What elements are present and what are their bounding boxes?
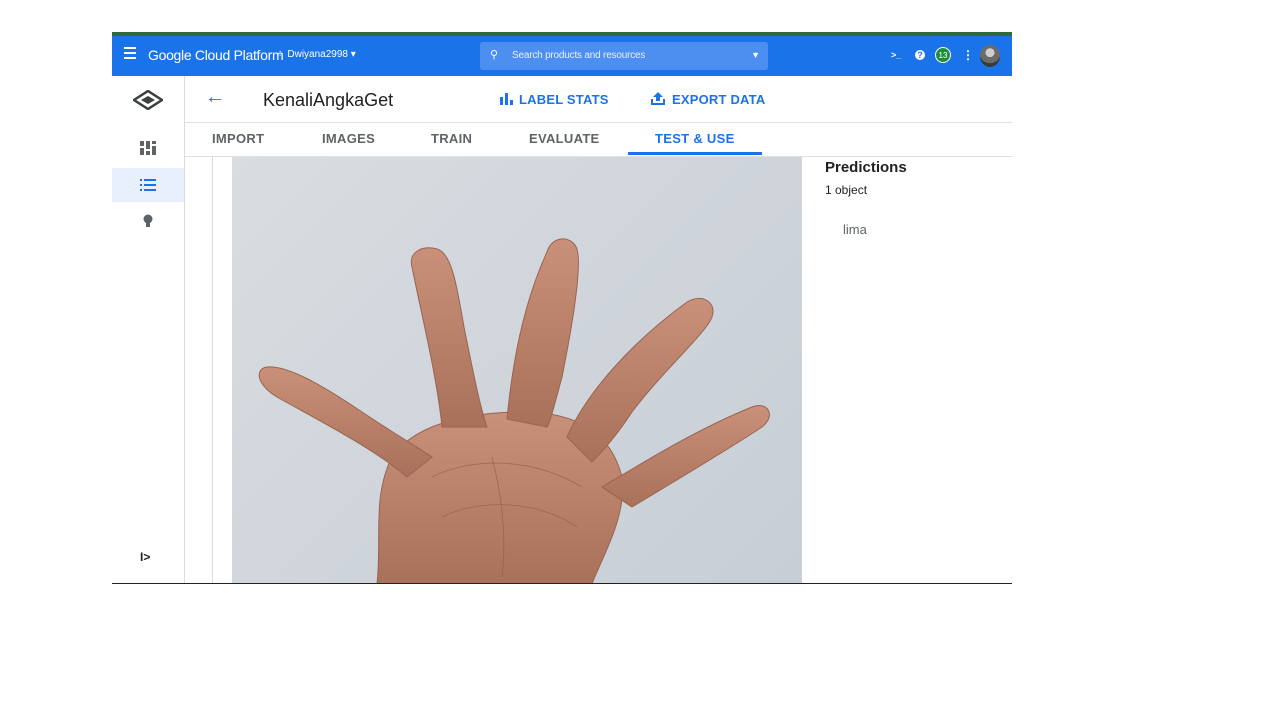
main-content: Predictions 1 object lima — [185, 157, 1012, 584]
predictions-count: 1 object — [825, 183, 868, 197]
tab-train[interactable]: TRAIN — [431, 131, 472, 146]
tab-evaluate[interactable]: EVALUATE — [529, 131, 600, 146]
tab-test-and-use[interactable]: TEST & USE — [655, 131, 735, 146]
notifications-badge[interactable]: 13 — [935, 47, 951, 63]
sidebar-item-models[interactable] — [112, 204, 184, 238]
chevron-down-icon: ▾ — [348, 49, 356, 60]
frame-bottom-border — [112, 583, 1012, 584]
dashboard-icon — [140, 141, 156, 155]
search-input[interactable]: Search products and resources — [512, 50, 645, 61]
back-arrow-icon[interactable]: ← — [205, 86, 225, 109]
tab-import[interactable]: IMPORT — [212, 131, 264, 146]
top-bar: Google Cloud Platform ⁘ Dwiyana2998 ▾ ⚲ S… — [112, 36, 1012, 76]
open-hand-photo — [258, 238, 770, 584]
active-tab-indicator — [628, 152, 762, 155]
page-title: KenaliAngkaGet — [263, 90, 394, 110]
help-icon[interactable]: ? — [915, 50, 925, 60]
project-icon: ⁘ — [276, 49, 285, 60]
prediction-label: lima — [843, 222, 867, 237]
upload-icon — [651, 92, 665, 105]
avatar[interactable] — [980, 45, 1000, 67]
search-bar[interactable]: ⚲ Search products and resources ▼ — [480, 42, 768, 70]
app-window: Google Cloud Platform ⁘ Dwiyana2998 ▾ ⚲ S… — [112, 32, 1012, 584]
more-vert-icon[interactable]: ⋮ — [962, 49, 974, 61]
test-image-hand — [232, 157, 802, 584]
label-stats-label: LABEL STATS — [519, 92, 609, 107]
sidebar-item-datasets[interactable] — [112, 168, 184, 202]
bar-chart-icon — [500, 93, 513, 105]
export-data-button[interactable]: EXPORT DATA — [651, 92, 765, 107]
sidebar: I> — [112, 76, 185, 584]
automl-logo-icon — [133, 90, 163, 110]
project-selector[interactable]: ⁘ Dwiyana2998 ▾ — [276, 49, 356, 60]
divider — [212, 157, 213, 584]
predictions-heading: Predictions — [825, 159, 907, 176]
cloud-shell-icon[interactable]: >_ — [891, 50, 901, 60]
export-data-label: EXPORT DATA — [672, 92, 766, 107]
chevron-down-icon[interactable]: ▼ — [751, 50, 760, 60]
page-header: ← KenaliAngkaGet LABEL STATS EXPORT DATA — [185, 76, 1012, 123]
tab-bar: IMPORT IMAGES TRAIN EVALUATE TEST & USE — [185, 123, 1012, 157]
search-icon: ⚲ — [490, 49, 499, 61]
lightbulb-icon — [143, 214, 153, 227]
hamburger-menu-icon[interactable] — [124, 47, 136, 59]
sidebar-item-dashboard[interactable] — [112, 131, 184, 165]
brand-title[interactable]: Google Cloud Platform — [148, 47, 284, 63]
project-name: Dwiyana2998 — [287, 49, 348, 60]
label-stats-button[interactable]: LABEL STATS — [500, 92, 609, 107]
list-icon — [140, 179, 156, 191]
tab-images[interactable]: IMAGES — [322, 131, 375, 146]
expand-sidebar-icon[interactable]: I> — [140, 550, 150, 564]
